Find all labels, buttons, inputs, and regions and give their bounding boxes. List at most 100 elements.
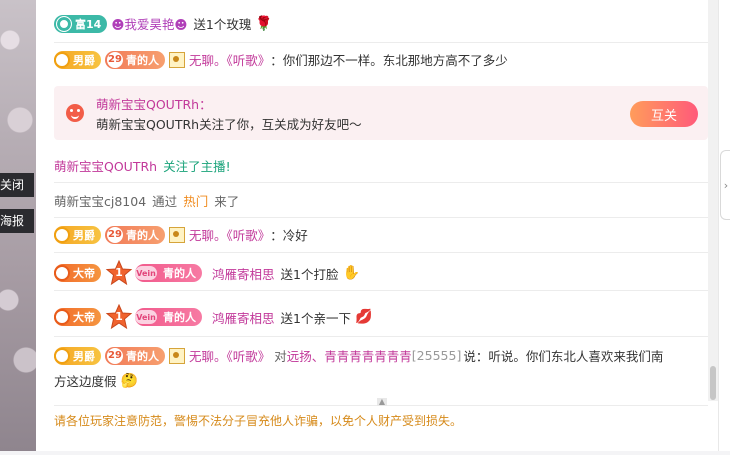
chat-message: 男爵 29 青的人 无聊。《听歌》 ： 冷好	[54, 225, 708, 244]
follow-back-button[interactable]: 互关	[630, 101, 698, 127]
level-number: 29	[107, 347, 123, 364]
kiss-icon: 💋	[354, 309, 373, 325]
follow-card: 萌新宝宝QOUTRh： 萌新宝宝QOUTRh关注了你，互关成为好友吧～ 互关	[54, 86, 708, 140]
level-badge-label: 青的人	[126, 349, 159, 363]
scrollbar-thumb[interactable]	[710, 366, 716, 400]
target-id: [25555]	[411, 348, 462, 363]
divider	[54, 182, 708, 183]
pass-text: 通过	[152, 194, 178, 209]
star-level-number: 1	[115, 310, 123, 323]
wealth-badge: 富14	[54, 14, 108, 33]
gem-icon	[56, 15, 72, 32]
username[interactable]: 鸿雁寄相思	[212, 308, 275, 327]
username[interactable]: ☻我爱昊艳☻	[111, 14, 187, 33]
wealth-badge-label: 富14	[75, 17, 102, 31]
message-text: 冷好	[282, 228, 308, 243]
star-level-icon: 1	[105, 304, 133, 330]
username[interactable]: 鸿雁寄相思	[212, 264, 275, 283]
right-edge	[718, 0, 730, 451]
username[interactable]: 萌新宝宝QOUTRh	[54, 156, 157, 175]
level-badge: 29 青的人	[105, 225, 165, 244]
username[interactable]: 无聊。《听歌》	[189, 346, 270, 365]
level-badge-label: 青的人	[126, 53, 159, 67]
divider	[54, 42, 708, 43]
divider	[54, 217, 708, 218]
scroll-up-arrow-icon[interactable]: ▲	[377, 398, 387, 406]
scrollbar[interactable]	[708, 0, 718, 401]
chat-message: 萌新宝宝cj8104 通过 热门 来了	[54, 191, 708, 210]
fan-tag: Vein	[135, 266, 157, 280]
rank-badge-label: 大帝	[73, 311, 95, 324]
rank-badge-label: 男爵	[73, 53, 95, 67]
level-badge: 29 青的人	[105, 346, 165, 365]
gift-action: 送1个亲一下	[280, 310, 351, 326]
slap-icon: ✋	[342, 265, 360, 281]
to-text: 对	[274, 349, 287, 364]
medal-icon	[169, 51, 185, 68]
rank-icon	[54, 51, 70, 68]
medal-icon	[169, 226, 185, 243]
rank-icon	[54, 309, 70, 325]
notice-bar: 请各位玩家注意防范，警惕不法分子冒充他人诈骗，以免个人财产受到损失。	[54, 405, 708, 455]
username[interactable]: 无聊。《听歌》	[189, 50, 270, 69]
rose-icon: 🌹	[255, 15, 273, 32]
fan-tag: Vein	[135, 310, 157, 324]
card-body: 萌新宝宝QOUTRh关注了你，互关成为好友吧～	[96, 117, 362, 132]
star-level-number: 1	[115, 266, 123, 279]
fan-badge: Vein 青的人	[135, 308, 202, 326]
level-number: 29	[107, 226, 123, 243]
level-badge: 29 青的人	[105, 50, 165, 69]
message-text: 你们那边不一样。东北那地方高不了多少	[282, 53, 508, 68]
notice-text: 请各位玩家注意防范，警惕不法分子冒充他人诈骗，以免个人财产受到损失。	[54, 414, 463, 428]
follow-text: 关注了主播!	[163, 159, 231, 174]
level-badge-label: 青的人	[126, 228, 159, 242]
rank-badge: 男爵	[54, 346, 101, 365]
divider	[54, 252, 708, 253]
rank-badge-label: 大帝	[73, 267, 95, 280]
rank-badge: 大帝	[54, 264, 101, 282]
source-link[interactable]: 热门	[183, 191, 208, 210]
gift-action: 送1个玫瑰	[193, 17, 252, 32]
poster-button[interactable]: 海报	[0, 209, 34, 233]
chevron-right-icon: ›	[723, 178, 729, 192]
star-level-icon: 1	[105, 260, 133, 286]
collapse-handle[interactable]: ›	[720, 150, 730, 220]
fan-badge-label: 青的人	[163, 267, 196, 280]
chat-panel: 富14 ☻我爱昊艳☻ 送1个玫瑰 🌹 男爵 29 青的人 无聊。《听歌》 ： 你们…	[36, 0, 718, 451]
level-number: 29	[107, 51, 123, 68]
thinking-emoji-icon: 🤔	[120, 372, 138, 389]
close-button[interactable]: 关闭	[0, 173, 34, 197]
fan-badge: Vein 青的人	[135, 264, 202, 282]
rank-icon	[54, 265, 70, 281]
target-username[interactable]: 远扬、青青青青青青青	[287, 346, 412, 365]
chat-message: 富14 ☻我爱昊艳☻ 送1个玫瑰 🌹	[54, 14, 708, 33]
chat-message: 男爵 29 青的人 无聊。《听歌》 ： 你们那边不一样。东北那地方高不了多少	[54, 50, 708, 69]
came-text: 来了	[214, 194, 240, 209]
rank-icon	[54, 226, 70, 243]
colon: ：	[270, 228, 283, 243]
smiley-icon	[66, 104, 84, 122]
rank-badge-label: 男爵	[73, 228, 95, 242]
rank-badge: 大帝	[54, 308, 101, 326]
gift-action: 送1个打脸	[280, 266, 339, 282]
medal-icon	[169, 347, 185, 364]
username[interactable]: 萌新宝宝cj8104	[54, 191, 146, 210]
message-text: 听说。你们东北人喜欢来我们南	[488, 349, 664, 364]
rank-badge: 男爵	[54, 50, 101, 69]
divider	[54, 336, 708, 337]
fan-badge-label: 青的人	[163, 311, 196, 324]
chat-message-continuation: 方这边度假 🤔	[54, 371, 708, 390]
chat-message: 大帝 1 Vein 青的人 鸿雁寄相思 送1个亲一下 💋	[54, 304, 708, 330]
chat-message: 男爵 29 青的人 无聊。《听歌》 对 远扬、青青青青青青青 [25555] 说：…	[54, 346, 708, 365]
rank-badge-label: 男爵	[73, 349, 95, 363]
card-title[interactable]: 萌新宝宝QOUTRh：	[96, 94, 212, 113]
username[interactable]: 无聊。《听歌》	[189, 225, 270, 244]
rank-icon	[54, 347, 70, 364]
rank-badge: 男爵	[54, 225, 101, 244]
chat-message: 萌新宝宝QOUTRh 关注了主播!	[54, 156, 708, 175]
divider	[54, 290, 708, 291]
message-text-continued: 方这边度假	[54, 374, 117, 389]
colon: ：	[270, 53, 283, 68]
says-text: 说：	[463, 349, 489, 364]
chat-message: 大帝 1 Vein 青的人 鸿雁寄相思 送1个打脸 ✋	[54, 260, 708, 286]
